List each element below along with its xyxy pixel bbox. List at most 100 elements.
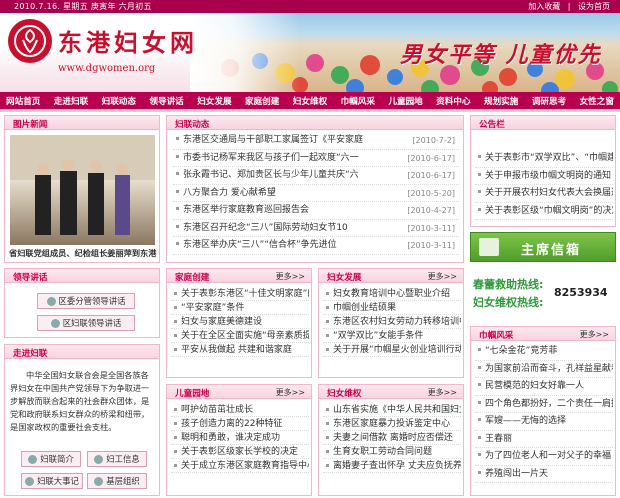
item-title: 东港区举办庆“三八”“信合杯”争先进位 [183,240,337,250]
nav-item[interactable]: 规划实施 [482,95,520,107]
nav-item[interactable]: 走进妇联 [52,95,90,107]
nav-item[interactable]: 家庭创建 [243,95,281,107]
notice-panel: 公告栏 关于表彰市“双学双比”、“巾帼建 关于申报市级巾帼文明岗的通知 关于开展农村… [470,115,616,227]
list-item[interactable]: 四个角色都扮好，二个责任一肩挑 [475,396,613,413]
nav-item[interactable]: 网站首页 [4,95,42,107]
demeanor-list: “七朵金花”竞芳菲 为国家前沿而奋斗，孔祥益星献春 民营模范的妇女好靠一人 四个角色都… [471,341,615,483]
list-item[interactable]: 养殖闯出一片天 [475,466,613,483]
hotline-box: 春蕾救助热线: 妇女维权热线: 8253934 [470,268,616,320]
header-banner: 东港妇女网 www.dgwomen.org 男女平等 儿童优先 [0,13,620,92]
women-dev-list: 妇女教育培训中心暨职业介绍巾帼创业结硕果东港区农村妇女劳动力转移培训中心“双学双… [319,283,463,357]
panel-title: 领导讲话 [13,273,48,283]
panel-title: 妇联动态 [175,120,210,130]
major-events-button[interactable]: 妇联大事记 [21,473,83,489]
more-link[interactable]: 更多>> [428,271,457,282]
mail-icon [479,238,499,256]
more-link[interactable]: 更多>> [276,271,305,282]
list-item[interactable]: 东港区家庭暴力投诉鉴定中心 [323,417,461,431]
person-icon [25,477,35,486]
item-date: [2010-4-27] [407,206,455,215]
list-item[interactable]: 聪明和勇敢，谁决定成功 [171,431,309,445]
set-homepage-link[interactable]: 设为首页 [578,2,610,11]
list-item[interactable]: 呵护幼苗茁壮成长 [171,403,309,417]
nav-item[interactable]: 妇联动态 [100,95,138,107]
more-link[interactable]: 更多>> [428,387,457,398]
family-panel: 家庭创建 更多>> 关于表彰东港区“十佳文明家庭”的 “平安家庭”条件 妇女与家庭美德… [166,268,312,378]
list-item[interactable]: 关于成立东港区家庭教育指导中心方 [171,459,309,473]
site-name: 东港妇女网 [58,28,198,57]
person-icon [46,297,56,306]
list-item[interactable]: 市委书记杨军来我区与孩子们一起欢度“六一 [2010-6-17] [173,150,459,167]
nav-item[interactable]: 巾帼风采 [339,95,377,107]
panel-title: 儿童园地 [175,389,210,399]
list-item[interactable]: 平安从我做起 共建和谐家庭 [171,343,309,357]
list-item[interactable]: 民营模范的妇女好靠一人 [475,378,613,396]
main-nav: 网站首页 走进妇联 妇联动态 领导讲话 妇女发展 家庭创建 妇女维权 巾帼风采 儿童园地 资料中心… [0,92,620,112]
hotline-label-2: 妇女维权热线: [473,296,544,309]
nav-item[interactable]: 儿童园地 [386,95,424,107]
list-item[interactable]: 关于开展农村妇女代表大会换届选举 [475,185,613,203]
list-item[interactable]: 东港区举办庆“三八”“信合杯”争先进位 [2010-3-11] [173,237,459,255]
panel-title: 巾帼风采 [479,331,514,341]
list-item[interactable]: 山东省实施《中华人民共和国妇女权 [323,403,461,417]
demeanor-panel: 巾帼风采 更多>> “七朵金花”竞芳菲 为国家前沿而奋斗，孔祥益星献春 民营模范的妇女… [470,326,616,496]
item-title: 东港区召开纪念“三八”国际劳动妇女节10 [183,222,348,233]
panel-title: 妇女发展 [327,273,362,283]
list-item[interactable]: 妇女与家庭美德建设 [171,315,309,329]
list-item[interactable]: 生育女职工劳动合同问题 [323,445,461,459]
more-link[interactable]: 更多>> [580,329,609,340]
list-item[interactable]: “七朵金花”竞芳菲 [475,343,613,361]
nav-item[interactable]: 妇女维权 [291,95,329,107]
list-item[interactable]: 关于表彰区级“巾帼文明岗”的决定 [475,203,613,220]
list-item[interactable]: 东港区举行家庭教育巡回报告会 [2010-4-27] [173,202,459,220]
list-item[interactable]: 巾帼创业结硕果 [323,301,461,315]
list-item[interactable]: 夫妻之间借款 离婚时应否偿还 [323,431,461,445]
list-item[interactable]: 关于表彰区级家长学校的决定 [171,445,309,459]
add-favorite-link[interactable]: 加入收藏 [528,2,560,11]
list-item[interactable]: 关于在全区全面实施“母亲素质提升 [171,329,309,343]
news-photo[interactable] [10,135,155,245]
federation-leader-speech-button[interactable]: 区妇联领导讲话 [37,315,135,331]
nav-item[interactable]: 妇女发展 [195,95,233,107]
chairman-mailbox-button[interactable]: 主席信箱 [470,232,616,262]
list-item[interactable]: 离婚妻子查出怀孕 丈夫应负抚养义 [323,459,461,473]
list-item[interactable]: 关于表彰市“双学双比”、“巾帼建 [475,150,613,168]
list-item[interactable]: 东港区召开纪念“三八”国际劳动妇女节10 [2010-3-11] [173,220,459,237]
grassroots-button[interactable]: 基层组织 [87,473,147,489]
list-item[interactable]: 妇女教育培训中心暨职业介绍 [323,287,461,301]
photo-caption[interactable]: 省妇联党组成员、纪检组长姜丽萍到东港 [9,247,157,259]
officials-group-photo [10,135,155,235]
nav-item[interactable]: 女性之窗 [578,95,616,107]
site-logo[interactable] [8,19,52,63]
person-icon [28,455,38,464]
notice-list: 关于表彰市“双学双比”、“巾帼建 关于申报市级巾帼文明岗的通知 关于开展农村妇女代表… [471,130,615,220]
list-item[interactable]: 张永霞书记、郑加贵区长与少年儿童共庆“六 [2010-6-17] [173,167,459,185]
list-item[interactable]: 孩子创造力离的22种特征 [171,417,309,431]
list-item[interactable]: 八方聚合力 爱心献希望 [2010-5-20] [173,185,459,202]
item-date: [2010-3-11] [407,241,455,250]
district-leader-speech-button[interactable]: 区委分管领导讲话 [37,293,135,309]
federation-intro-button[interactable]: 妇联简介 [21,451,81,467]
nav-item[interactable]: 领导讲话 [147,95,185,107]
panel-title: 公告栏 [479,120,505,130]
work-info-button[interactable]: 妇工信息 [87,451,147,467]
list-item[interactable]: 关于表彰东港区“十佳文明家庭”的 [171,287,309,301]
list-item[interactable]: 为国家前沿而奋斗，孔祥益星献春 [475,361,613,378]
list-item[interactable]: “双学双比”女能手条件 [323,329,461,343]
panel-title: 图片新闻 [13,120,48,130]
list-item[interactable]: 关于申报市级巾帼文明岗的通知 [475,168,613,185]
nav-item[interactable]: 调研思考 [530,95,568,107]
list-item[interactable]: 军嫂——无悔的选择 [475,413,613,431]
leader-speech-panel: 领导讲话 区委分管领导讲话 区妇联领导讲话 [4,268,160,338]
list-item[interactable]: 东港区农村妇女劳动力转移培训中心 [323,315,461,329]
list-item[interactable]: “平安家庭”条件 [171,301,309,315]
more-link[interactable]: 更多>> [276,387,305,398]
list-item[interactable]: 关于开展“巾帼星火创业培训行动” [323,343,461,357]
separator: | [567,2,571,11]
list-item[interactable]: 为了四位老人和一对父子的幸福 [475,448,613,466]
children-list: 呵护幼苗茁壮成长 孩子创造力离的22种特征 聪明和勇敢，谁决定成功 关于表彰区级家长学… [167,399,311,473]
nav-item[interactable]: 资料中心 [434,95,472,107]
item-title: 东港区举行家庭教育巡回报告会 [183,205,310,215]
list-item[interactable]: 东港区交通局与干部职工家属签订《平安家庭 [2010-7-2] [173,132,459,150]
list-item[interactable]: 王春丽 [475,431,613,448]
